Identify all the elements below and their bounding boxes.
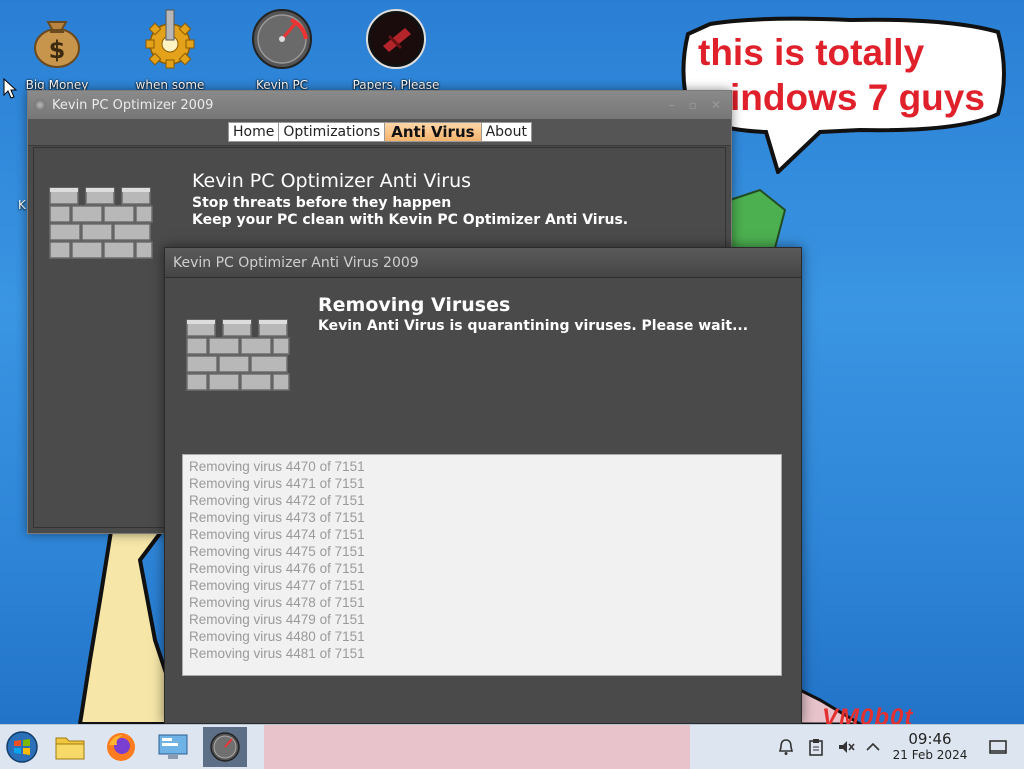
clock[interactable]: 09:46 21 Feb 2024 <box>884 731 976 763</box>
bubble-line-1: this is totally <box>698 32 925 73</box>
speedometer-icon <box>251 8 313 70</box>
desktop-icon-kevin-pc[interactable]: Kevin PC <box>232 8 332 92</box>
notifications-icon[interactable] <box>776 725 796 769</box>
log-line: Removing virus 4470 of 7151 <box>189 459 365 474</box>
dialog-heading: Removing Viruses <box>318 294 511 316</box>
virus-log[interactable]: Removing virus 4470 of 7151 Removing vir… <box>182 454 782 676</box>
mouse-cursor-icon <box>3 78 18 99</box>
main-window-title: Kevin PC Optimizer 2009 <box>52 97 214 113</box>
clock-time: 09:46 <box>908 730 952 748</box>
kevin-pc-optimizer-icon[interactable] <box>203 727 247 767</box>
clock-date: 21 Feb 2024 <box>892 748 968 762</box>
log-line: Removing virus 4473 of 7151 <box>189 510 365 525</box>
main-heading: Kevin PC Optimizer Anti Virus <box>192 170 472 192</box>
show-desktop-icon[interactable] <box>988 725 1008 769</box>
papers-please-icon <box>365 8 427 70</box>
file-manager-icon[interactable] <box>48 727 92 767</box>
dialog-titlebar[interactable]: Kevin PC Optimizer Anti Virus 2009 <box>165 248 801 278</box>
dialog-title: Kevin PC Optimizer Anti Virus 2009 <box>173 254 419 271</box>
log-line: Removing virus 4480 of 7151 <box>189 629 365 644</box>
log-line: Removing virus 4472 of 7151 <box>189 493 365 508</box>
app-icon <box>34 99 46 111</box>
subline-2: Keep your PC clean with Kevin PC Optimiz… <box>192 212 629 228</box>
tab-bar: Home Optimizations Anti Virus About <box>28 119 731 146</box>
start-button-icon[interactable] <box>0 727 44 767</box>
clipboard-icon[interactable] <box>806 725 826 769</box>
tray-expand-icon[interactable] <box>864 725 882 769</box>
volume-muted-icon[interactable] <box>836 725 856 769</box>
maximize-icon[interactable]: ▫ <box>689 98 697 112</box>
minimize-icon[interactable]: – <box>669 98 675 112</box>
log-line: Removing virus 4471 of 7151 <box>189 476 365 491</box>
subline-1: Stop threats before they happen <box>192 195 452 211</box>
taskbar: 09:46 21 Feb 2024 <box>0 724 1024 769</box>
removal-dialog: Kevin PC Optimizer Anti Virus 2009 Remov… <box>164 247 802 724</box>
log-line: Removing virus 4479 of 7151 <box>189 612 365 627</box>
firewall-icon <box>186 319 290 391</box>
bubble-line-2: indows 7 guys <box>730 77 985 118</box>
desktop-icon-papers-please[interactable]: Papers, Please <box>346 8 446 92</box>
svg-text:$: $ <box>49 36 66 64</box>
close-icon[interactable]: ✕ <box>711 98 721 112</box>
dialog-message: Kevin Anti Virus is quarantining viruses… <box>318 318 749 334</box>
gear-icon <box>139 8 201 70</box>
log-line: Removing virus 4478 of 7151 <box>189 595 365 610</box>
firewall-icon <box>49 187 153 259</box>
desktop-icon-when-some[interactable]: when some <box>120 8 220 92</box>
tab-home[interactable]: Home <box>228 122 280 142</box>
main-subtext: Stop threats before they happen Keep you… <box>192 195 628 229</box>
tab-about[interactable]: About <box>480 122 532 142</box>
desktop-icon-big-money[interactable]: $ Big Money <box>7 8 107 92</box>
log-line: Removing virus 4475 of 7151 <box>189 544 365 559</box>
log-line: Removing virus 4474 of 7151 <box>189 527 365 542</box>
money-bag-icon: $ <box>26 8 88 70</box>
desktop-icon-label-partial: K <box>18 198 26 212</box>
main-window-titlebar[interactable]: Kevin PC Optimizer 2009 – ▫ ✕ <box>28 91 731 119</box>
log-line: Removing virus 4476 of 7151 <box>189 561 365 576</box>
control-panel-icon[interactable] <box>151 727 195 767</box>
speech-bubble-text: this is totally indows 7 guys <box>698 30 998 120</box>
tab-anti-virus[interactable]: Anti Virus <box>384 122 482 142</box>
taskbar-empty-area <box>264 725 690 769</box>
tab-optimizations[interactable]: Optimizations <box>278 122 386 142</box>
firefox-icon[interactable] <box>99 727 143 767</box>
log-line: Removing virus 4481 of 7151 <box>189 646 365 661</box>
log-line: Removing virus 4477 of 7151 <box>189 578 365 593</box>
